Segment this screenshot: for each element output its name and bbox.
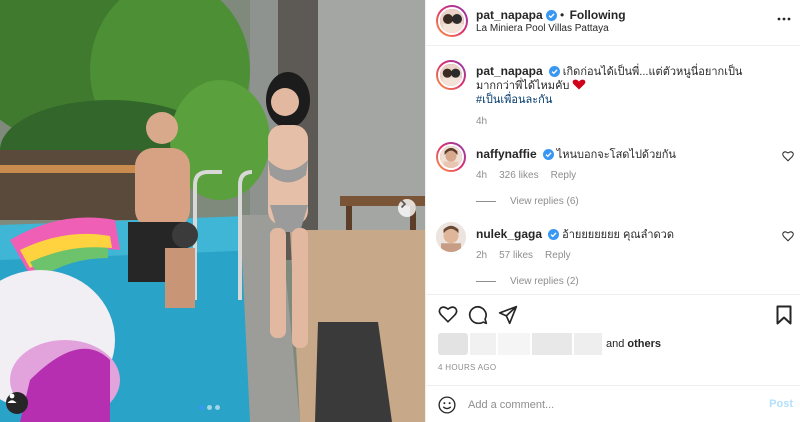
caption-text-block: pat_napapa เกิดก่อนได้เป็นพี่...แต่ตัวหน… bbox=[476, 64, 776, 107]
liker-avatar-blurred bbox=[438, 333, 468, 355]
view-replies-button[interactable]: View replies (6) bbox=[476, 196, 579, 207]
post-comment-button[interactable]: Post bbox=[769, 398, 793, 410]
reply-button[interactable]: Reply bbox=[545, 250, 571, 261]
avatar-image bbox=[440, 64, 462, 86]
author-username[interactable]: pat_napapa bbox=[476, 8, 543, 22]
comment-time: 4h bbox=[476, 170, 488, 181]
caption-hashtag[interactable]: #เป็นเพื่อนละกัน bbox=[476, 94, 552, 106]
photo-illustration bbox=[0, 0, 425, 422]
comment-icon[interactable] bbox=[468, 305, 488, 325]
liker-name-blurred bbox=[574, 333, 602, 355]
user-tag-icon bbox=[7, 393, 17, 403]
verified-icon bbox=[548, 66, 560, 77]
avatar-image bbox=[436, 222, 466, 252]
post-actions-section: and others 4 HOURS AGO Post bbox=[426, 294, 800, 422]
instagram-post: pat_napapa • Following La Miniera Pool V… bbox=[0, 0, 800, 422]
comment-time: 2h bbox=[476, 250, 488, 261]
comment-like-heart-icon[interactable] bbox=[782, 150, 794, 162]
carousel-next-button[interactable] bbox=[398, 199, 416, 217]
post-photo[interactable] bbox=[0, 0, 425, 422]
add-comment-bar: Post bbox=[426, 385, 800, 422]
caption-avatar[interactable] bbox=[436, 60, 466, 90]
post-time[interactable]: 4 HOURS AGO bbox=[438, 363, 496, 372]
post-header: pat_napapa • Following La Miniera Pool V… bbox=[426, 0, 800, 46]
liker-name-blurred bbox=[532, 333, 572, 355]
replies-divider-line bbox=[476, 281, 496, 282]
liked-by-text: and others bbox=[606, 338, 661, 350]
view-replies-label: View replies (6) bbox=[510, 196, 579, 207]
carousel-dot bbox=[199, 405, 204, 410]
comment-meta: 4h 326 likes Reply bbox=[476, 170, 576, 181]
author-avatar[interactable] bbox=[436, 5, 468, 37]
header-user-line: pat_napapa • Following bbox=[476, 8, 626, 22]
like-heart-icon[interactable] bbox=[438, 305, 458, 323]
header-separator: • bbox=[556, 8, 568, 22]
replies-divider-line bbox=[476, 201, 496, 202]
tagged-users-button[interactable] bbox=[6, 392, 28, 414]
avatar-image bbox=[440, 146, 462, 168]
emoji-icon[interactable] bbox=[438, 396, 456, 414]
comment-input[interactable] bbox=[468, 395, 748, 415]
post-details-panel: pat_napapa • Following La Miniera Pool V… bbox=[425, 0, 800, 422]
reply-button[interactable]: Reply bbox=[551, 170, 577, 181]
comment-likes[interactable]: 57 likes bbox=[499, 250, 533, 261]
commenter-avatar[interactable] bbox=[436, 222, 466, 252]
liker-name-blurred bbox=[470, 333, 496, 355]
comment-text-block: nulek_gaga อ้ายยยยยยย คุณลำดวด bbox=[476, 227, 776, 242]
more-options-icon[interactable] bbox=[777, 12, 791, 26]
avatar-image bbox=[440, 9, 464, 33]
share-icon[interactable] bbox=[498, 305, 518, 325]
comment-username[interactable]: nulek_gaga bbox=[476, 227, 542, 241]
comment-username[interactable]: naffynaffie bbox=[476, 147, 537, 161]
others-link[interactable]: others bbox=[627, 338, 661, 350]
view-replies-button[interactable]: View replies (2) bbox=[476, 276, 579, 287]
following-button[interactable]: Following bbox=[570, 8, 626, 22]
comment-text-block: naffynaffie ไหนบอกจะโสดไปด้วยกัน bbox=[476, 147, 776, 162]
bookmark-icon[interactable] bbox=[776, 305, 792, 325]
caption-username[interactable]: pat_napapa bbox=[476, 64, 543, 78]
caption-time: 4h bbox=[476, 116, 488, 127]
comment-text: อ้ายยยยยยย คุณลำดวด bbox=[562, 229, 674, 241]
commenter-avatar[interactable] bbox=[436, 142, 466, 172]
view-replies-label: View replies (2) bbox=[510, 276, 579, 287]
verified-icon bbox=[548, 229, 560, 240]
verified-icon bbox=[545, 10, 557, 21]
comment-like-heart-icon[interactable] bbox=[782, 230, 794, 242]
and-word: and bbox=[606, 338, 625, 350]
comment-meta: 2h 57 likes Reply bbox=[476, 250, 571, 261]
liker-name-blurred bbox=[498, 333, 530, 355]
comment-text: ไหนบอกจะโสดไปด้วยกัน bbox=[556, 149, 676, 161]
liked-by-summary: and others bbox=[438, 333, 661, 355]
carousel-dot bbox=[215, 405, 220, 410]
heart-emoji-icon bbox=[573, 79, 586, 90]
verified-icon bbox=[542, 149, 554, 160]
caption-meta: 4h bbox=[476, 116, 487, 127]
comment-likes[interactable]: 326 likes bbox=[499, 170, 538, 181]
post-location[interactable]: La Miniera Pool Villas Pattaya bbox=[476, 23, 609, 34]
chevron-right-icon bbox=[400, 199, 407, 209]
carousel-indicator bbox=[199, 405, 220, 410]
carousel-dot bbox=[207, 405, 212, 410]
